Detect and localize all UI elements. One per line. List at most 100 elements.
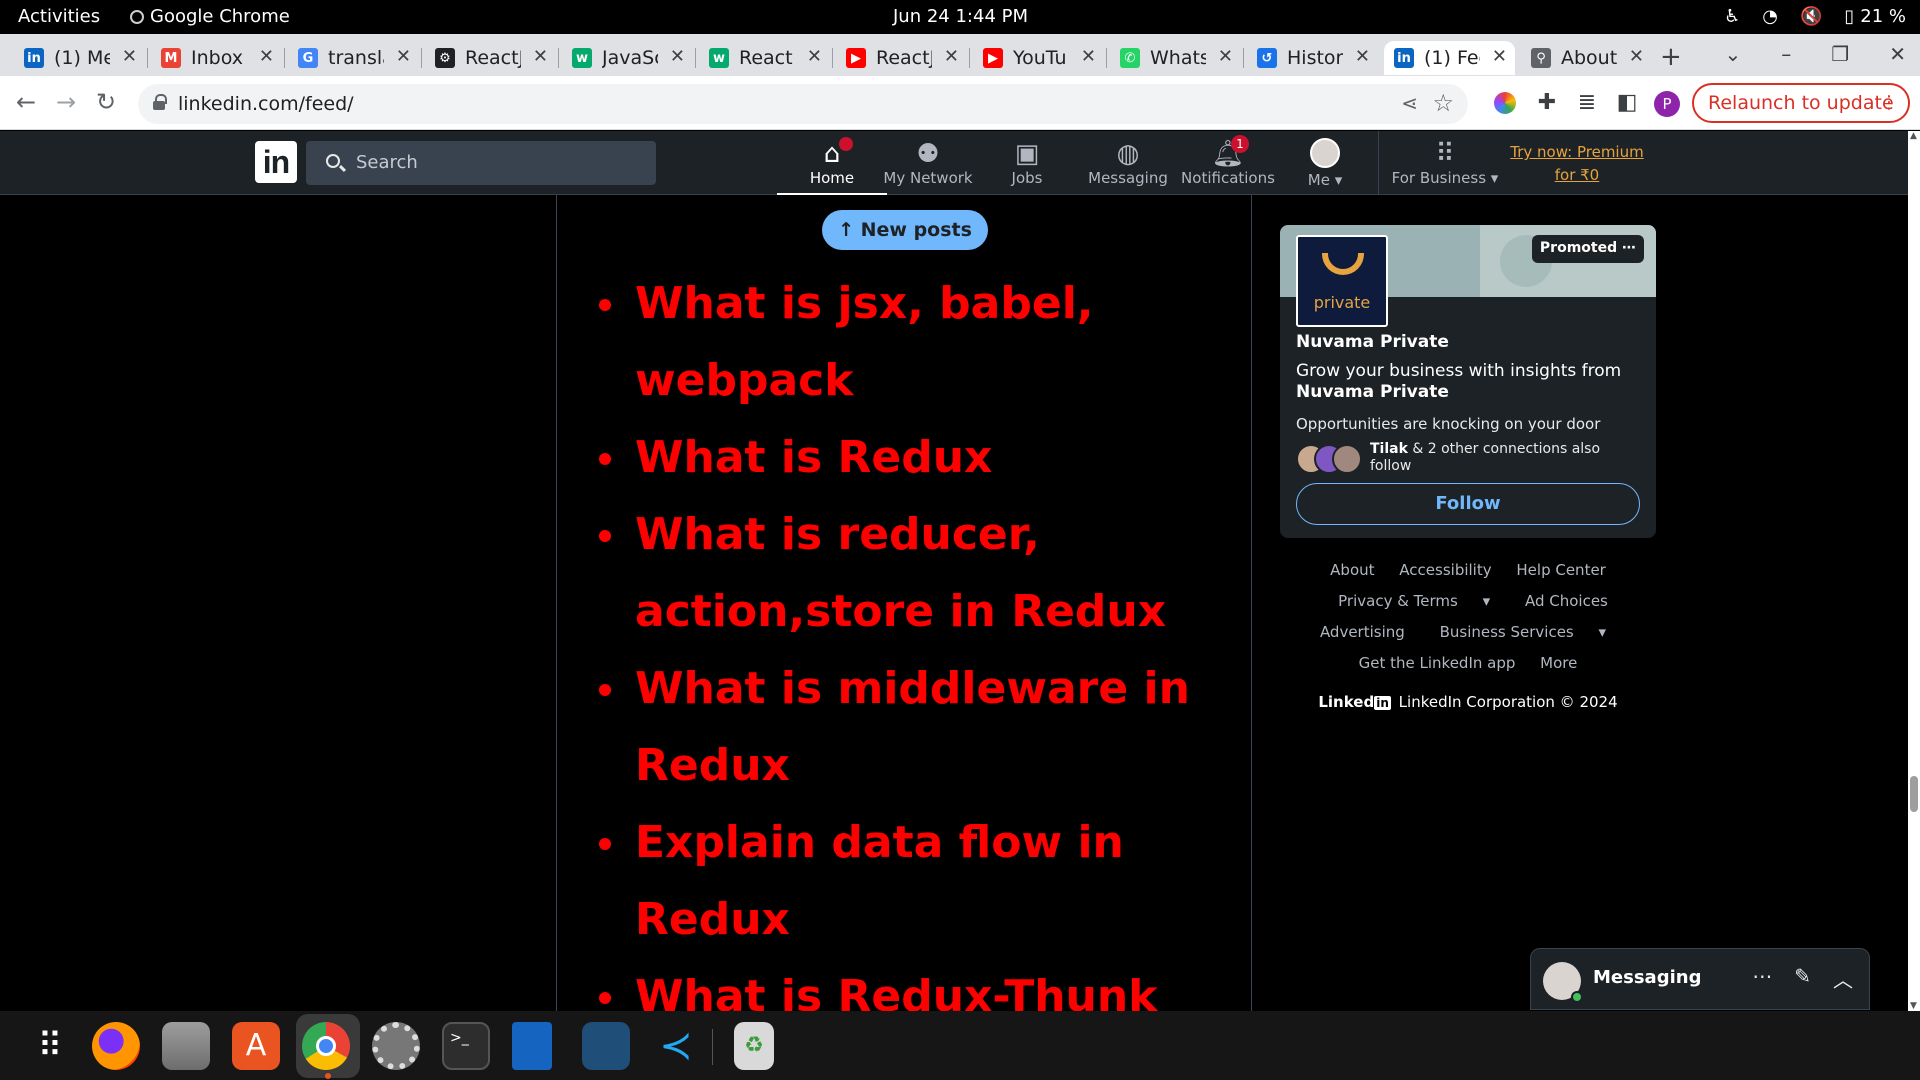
browser-tab[interactable]: ▶ YouTu ✕ <box>973 41 1104 75</box>
promoted-label[interactable]: Promoted ⋯ <box>1531 235 1644 263</box>
compose-icon[interactable]: ✎ <box>1794 964 1811 993</box>
nuvama-logo-icon <box>1322 253 1364 275</box>
scroll-up-arrow-icon[interactable]: ▲ <box>1910 131 1917 141</box>
company-name[interactable]: Nuvama Private <box>1296 332 1449 352</box>
close-tab-icon[interactable]: ✕ <box>396 46 411 67</box>
company-logo[interactable]: private <box>1296 235 1388 327</box>
browser-tab[interactable]: Gtransla ✕ <box>288 41 419 75</box>
close-tab-icon[interactable]: ✕ <box>533 46 548 67</box>
new-tab-button[interactable]: + <box>1660 42 1682 72</box>
maximize-icon[interactable]: ❐ <box>1831 42 1849 66</box>
nav-my-network-label: My Network <box>883 169 973 187</box>
close-tab-icon[interactable]: ✕ <box>944 46 959 67</box>
share-icon[interactable]: ⋖ <box>1401 91 1418 115</box>
follow-button[interactable]: Follow <box>1296 483 1640 525</box>
close-tab-icon[interactable]: ✕ <box>1492 46 1507 67</box>
minimize-icon[interactable]: – <box>1781 42 1791 66</box>
nav-home[interactable]: ⌂ Home <box>777 131 887 195</box>
lock-icon[interactable] <box>152 94 167 110</box>
mysql-workbench-icon[interactable] <box>582 1022 630 1070</box>
url-text[interactable]: linkedin.com/feed/ <box>178 93 354 115</box>
footer-link-privacy-terms[interactable]: Privacy & Terms ▾ <box>1328 592 1500 610</box>
nav-notifications[interactable]: 🔔︎ Notifications 1 <box>1174 131 1282 195</box>
close-window-icon[interactable]: ✕ <box>1889 42 1906 66</box>
forward-icon[interactable]: → <box>56 88 76 116</box>
system-tray[interactable]: ♿ ◔ 🔇 ▯ 21 % <box>1724 6 1906 27</box>
chevron-up-icon[interactable]: ︿ <box>1833 964 1853 993</box>
page-scrollbar[interactable]: ▲ ▼ <box>1908 131 1920 1011</box>
ad-pitch: Grow your business with insights from Nu… <box>1296 361 1636 403</box>
new-posts-button[interactable]: ↑ New posts <box>822 210 988 250</box>
w3schools-icon: w <box>572 48 592 68</box>
messaging-title[interactable]: Messaging <box>1593 967 1701 988</box>
browser-tab[interactable]: M Inbox (✕ <box>151 41 282 75</box>
tab-separator <box>1106 48 1107 68</box>
firefox-icon[interactable] <box>92 1022 140 1070</box>
browser-tab[interactable]: ↺ Histor ✕ <box>1247 41 1378 75</box>
browser-tab[interactable]: in (1) Me ✕ <box>14 41 145 75</box>
settings-gear-icon[interactable] <box>372 1022 420 1070</box>
footer-link-advertising[interactable]: Advertising <box>1320 623 1405 641</box>
software-center-icon[interactable]: A <box>232 1022 280 1070</box>
scrollbar-thumb[interactable] <box>1910 776 1918 812</box>
footer-link-about[interactable]: About <box>1330 561 1374 579</box>
nav-me[interactable]: Me ▾ <box>1289 131 1361 195</box>
browser-tab[interactable]: ▶ ReactJ ✕ <box>836 41 967 75</box>
nav-jobs[interactable]: ▣ Jobs <box>972 131 1082 195</box>
profile-avatar[interactable]: P <box>1654 91 1680 117</box>
browser-tab[interactable]: ✆ Whats ✕ <box>1110 41 1241 75</box>
try-premium-link[interactable]: Try now: Premium for ₹0 <box>1502 141 1652 187</box>
activities-button[interactable]: Activities <box>18 6 100 27</box>
footer-link-more[interactable]: More <box>1540 654 1577 672</box>
browser-tab[interactable]: in (1) Fee ✕ <box>1384 41 1515 75</box>
reload-icon[interactable]: ↻ <box>96 88 116 116</box>
volume-muted-icon: 🔇 <box>1799 6 1823 27</box>
nav-me-label: Me <box>1307 171 1330 189</box>
messaging-overlay[interactable]: Messaging ⋯ ✎ ︿ <box>1530 948 1870 1010</box>
side-panel-icon[interactable]: ◧ <box>1614 90 1640 116</box>
close-tab-icon[interactable]: ✕ <box>670 46 685 67</box>
libreoffice-writer-icon[interactable] <box>512 1022 552 1070</box>
address-bar[interactable]: linkedin.com/feed/ ⋖ ☆ <box>138 84 1468 124</box>
tab-search-icon[interactable]: ⌄ <box>1725 42 1742 66</box>
browser-tab[interactable]: ⚙ ReactJ ✕ <box>425 41 556 75</box>
footer-link-accessibility[interactable]: Accessibility <box>1399 561 1491 579</box>
close-tab-icon[interactable]: ✕ <box>1081 46 1096 67</box>
bookmark-star-icon[interactable]: ☆ <box>1432 89 1454 117</box>
footer-link-get-app[interactable]: Get the LinkedIn app <box>1359 654 1516 672</box>
accessibility-icon: ♿ <box>1724 6 1741 27</box>
files-icon[interactable] <box>162 1022 210 1070</box>
close-tab-icon[interactable]: ✕ <box>1629 46 1644 67</box>
clock[interactable]: Jun 24 1:44 PM <box>893 6 1028 27</box>
app-menu[interactable]: Google Chrome <box>130 6 290 27</box>
trash-icon[interactable]: ♻ <box>734 1022 774 1070</box>
scroll-down-arrow-icon[interactable]: ▼ <box>1910 1001 1917 1011</box>
close-tab-icon[interactable]: ✕ <box>1218 46 1233 67</box>
close-tab-icon[interactable]: ✕ <box>122 46 137 67</box>
color-extension-icon[interactable] <box>1494 92 1516 114</box>
reading-list-icon[interactable]: ≣ <box>1574 90 1600 116</box>
close-tab-icon[interactable]: ✕ <box>807 46 822 67</box>
search-input[interactable]: Search <box>306 141 656 185</box>
terminal-icon[interactable]: >_ <box>442 1022 490 1070</box>
tab-title: (1) Me <box>54 47 110 69</box>
show-applications-icon[interactable]: ⠿ <box>26 1022 74 1070</box>
browser-tab[interactable]: ⚲ About ✕ <box>1521 41 1652 75</box>
footer-link-help-center[interactable]: Help Center <box>1516 561 1605 579</box>
nav-for-business[interactable]: ⠿ For Business ▾ <box>1384 131 1506 195</box>
chrome-menu-icon[interactable]: ⋮ <box>1880 92 1898 113</box>
footer-link-business-services[interactable]: Business Services ▾ <box>1430 623 1616 641</box>
browser-tab[interactable]: w JavaSc ✕ <box>562 41 693 75</box>
extensions-puzzle-icon[interactable]: ✚ <box>1534 90 1560 116</box>
close-tab-icon[interactable]: ✕ <box>259 46 274 67</box>
footer-link-ad-choices[interactable]: Ad Choices <box>1525 592 1608 610</box>
more-options-icon[interactable]: ⋯ <box>1752 964 1772 993</box>
close-tab-icon[interactable]: ✕ <box>1355 46 1370 67</box>
linkedin-logo-icon[interactable]: in <box>255 141 297 183</box>
relaunch-to-update-button[interactable]: Relaunch to update ⋮ <box>1692 83 1910 123</box>
nav-my-network[interactable]: ⚉ My Network <box>872 131 984 195</box>
nav-messaging[interactable]: ◍ Messaging <box>1073 131 1183 195</box>
back-icon[interactable]: ← <box>16 88 36 116</box>
browser-tab[interactable]: w React : ✕ <box>699 41 830 75</box>
vscode-icon[interactable]: ≺ <box>652 1022 700 1070</box>
